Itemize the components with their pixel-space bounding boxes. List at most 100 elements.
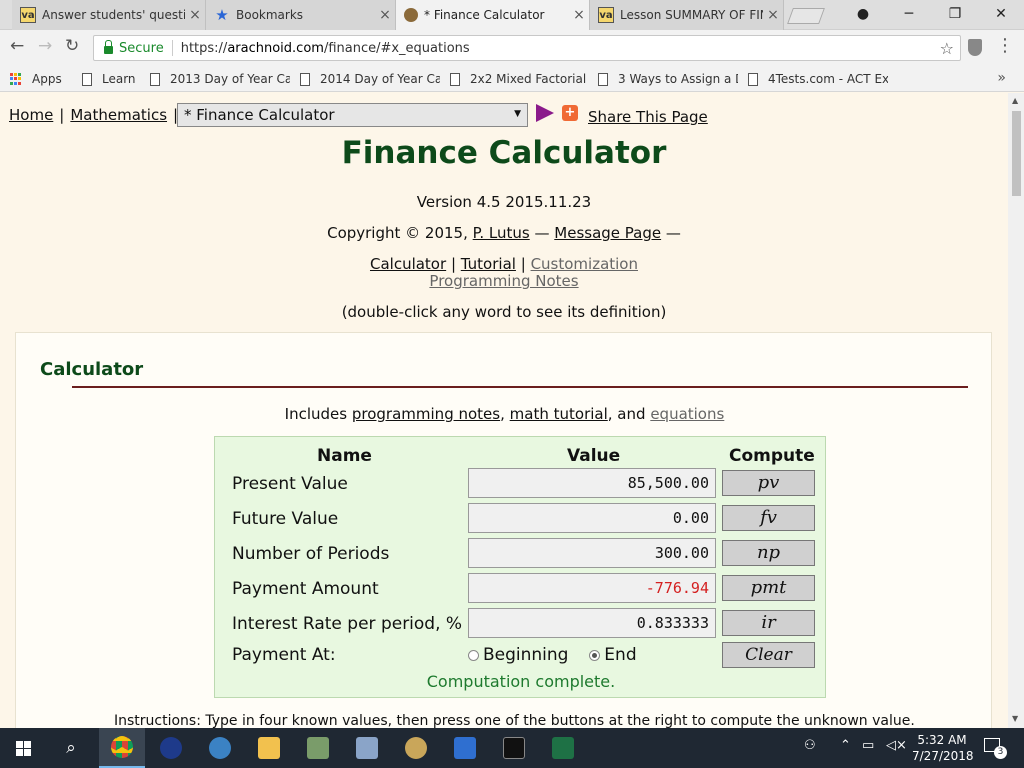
- divider: [72, 386, 968, 388]
- chrome-taskbar-button[interactable]: [99, 728, 145, 768]
- magnifier-icon: [405, 737, 427, 759]
- share-plus-icon[interactable]: +: [562, 105, 578, 121]
- play-arrow-icon[interactable]: [536, 104, 554, 122]
- compute-np-button[interactable]: np: [722, 540, 815, 566]
- back-arrow-icon[interactable]: ←: [10, 36, 24, 56]
- shield-extension-icon[interactable]: [968, 39, 982, 56]
- compute-pv-button[interactable]: pv: [722, 470, 815, 496]
- payment-amount-label: Payment Amount: [232, 579, 379, 599]
- taskbar: ⌕ ⚇ ⌃ ▭ ◁× 3: [0, 728, 1024, 768]
- bookmark-label: 2x2 Mixed Factorial: [470, 72, 587, 86]
- bookmark-2013-day-of-year[interactable]: 2013 Day of Year Cal: [150, 70, 290, 88]
- number-of-periods-input[interactable]: 300.00: [468, 538, 716, 568]
- tab-label: * Finance Calculator: [424, 8, 545, 22]
- people-icon[interactable]: ⚇: [804, 738, 816, 753]
- bookmark-star-icon[interactable]: ☆: [940, 39, 954, 58]
- compute-ir-button[interactable]: ir: [722, 610, 815, 636]
- url-scheme: https://: [180, 40, 228, 56]
- beginning-radio[interactable]: [468, 650, 479, 661]
- copyright-text: Copyright © 2015,: [327, 224, 468, 242]
- address-bar[interactable]: Secure https://arachnoid.com/finance/#x_…: [93, 35, 961, 61]
- chevron-right-icon[interactable]: »: [997, 70, 1006, 86]
- clear-button[interactable]: Clear: [722, 642, 815, 668]
- tab-lesson-summary[interactable]: va Lesson SUMMARY OF FIN ×: [590, 0, 784, 30]
- close-icon[interactable]: ×: [569, 7, 589, 23]
- minimize-icon[interactable]: ─: [886, 0, 932, 30]
- double-click-hint: (double-click any word to see its defini…: [341, 303, 667, 321]
- battery-icon[interactable]: ▭: [862, 738, 874, 753]
- bookmark-4tests[interactable]: 4Tests.com - ACT Exa: [748, 70, 888, 88]
- app-icon: [307, 737, 329, 759]
- math-tutorial-link[interactable]: math tutorial: [510, 405, 608, 423]
- bookmark-apps[interactable]: Apps: [10, 70, 62, 88]
- web-page: Home | Mathematics | * Finance Calculato…: [0, 93, 1008, 728]
- message-page-link[interactable]: Message Page: [554, 224, 661, 242]
- calculator-link[interactable]: Calculator: [370, 255, 446, 273]
- end-radio[interactable]: [589, 650, 601, 661]
- tab-bookmarks[interactable]: ★ Bookmarks ×: [206, 0, 396, 30]
- section-links: Calculator | Tutorial | Customization: [369, 255, 638, 273]
- author-link[interactable]: P. Lutus: [473, 224, 530, 242]
- bookmark-2x2-mixed-factorial[interactable]: 2x2 Mixed Factorial: [450, 70, 590, 88]
- page-selector-dropdown[interactable]: * Finance Calculator ▼: [177, 103, 528, 127]
- bookmark-2014-day-of-year[interactable]: 2014 Day of Year Cal: [300, 70, 440, 88]
- edge-taskbar-button[interactable]: [148, 728, 194, 768]
- present-value-label: Present Value: [232, 474, 348, 494]
- lock-icon: [104, 40, 113, 54]
- magnifier-taskbar-button[interactable]: [393, 728, 439, 768]
- bookmark-learn[interactable]: Learn: [82, 70, 136, 88]
- thunderbird-taskbar-button[interactable]: [197, 728, 243, 768]
- app-taskbar-button[interactable]: [442, 728, 488, 768]
- menu-dots-icon[interactable]: ⋮: [996, 35, 1014, 56]
- future-value-input[interactable]: 0.00: [468, 503, 716, 533]
- tutorial-link[interactable]: Tutorial: [461, 255, 516, 273]
- scrollbar-thumb[interactable]: [1012, 111, 1021, 196]
- system-clock[interactable]: 5:32 AM 7/27/2018: [912, 732, 974, 764]
- tab-finance-calculator[interactable]: * Finance Calculator ×: [396, 0, 590, 30]
- file-explorer-taskbar-button[interactable]: [246, 728, 292, 768]
- close-icon[interactable]: ×: [375, 7, 395, 23]
- app-taskbar-button[interactable]: [344, 728, 390, 768]
- tab-answer-students[interactable]: va Answer students' questio ×: [12, 0, 206, 30]
- vertical-scrollbar[interactable]: ▲ ▼: [1008, 93, 1024, 728]
- equations-link[interactable]: equations: [650, 405, 724, 423]
- start-button[interactable]: [0, 728, 46, 768]
- bookmark-label: 4Tests.com - ACT Exa: [768, 72, 888, 86]
- compute-pmt-button[interactable]: pmt: [722, 575, 815, 601]
- new-tab-button[interactable]: [787, 8, 825, 24]
- beginning-label: Beginning: [483, 645, 569, 665]
- scroll-up-icon[interactable]: ▲: [1012, 96, 1018, 105]
- compute-fv-button[interactable]: fv: [722, 505, 815, 531]
- reload-icon[interactable]: ↻: [65, 36, 79, 56]
- volume-muted-icon[interactable]: ◁×: [886, 738, 907, 753]
- forward-arrow-icon[interactable]: →: [38, 36, 52, 56]
- bookmark-3-ways-to-assign[interactable]: 3 Ways to Assign a D: [598, 70, 738, 88]
- programming-notes-link[interactable]: Programming Notes: [429, 272, 578, 290]
- home-link[interactable]: Home: [9, 106, 53, 124]
- close-icon[interactable]: ×: [185, 7, 205, 23]
- chevron-up-icon[interactable]: ⌃: [840, 738, 851, 753]
- excel-taskbar-button[interactable]: [540, 728, 586, 768]
- app-taskbar-button[interactable]: [295, 728, 341, 768]
- search-icon[interactable]: ⌕: [48, 728, 94, 768]
- close-icon[interactable]: ×: [763, 7, 783, 23]
- payment-amount-input[interactable]: -776.94: [468, 573, 716, 603]
- programming-notes-inline-link[interactable]: programming notes: [352, 405, 500, 423]
- clock-time: 5:32 AM: [917, 733, 967, 747]
- dash-separator: —: [665, 224, 681, 242]
- page-icon: [598, 72, 608, 86]
- notifications-icon[interactable]: 3: [984, 738, 1012, 759]
- profile-icon[interactable]: ●: [840, 0, 886, 30]
- copyright-line: Copyright © 2015, P. Lutus — Message Pag…: [0, 224, 1008, 242]
- mathematics-link[interactable]: Mathematics: [70, 106, 167, 124]
- customization-link[interactable]: Customization: [531, 255, 638, 273]
- notification-count: 3: [994, 746, 1007, 759]
- window-close-icon[interactable]: ✕: [978, 0, 1024, 30]
- present-value-input[interactable]: 85,500.00: [468, 468, 716, 498]
- scroll-down-icon[interactable]: ▼: [1012, 714, 1018, 723]
- restore-icon[interactable]: ❐: [932, 0, 978, 30]
- share-this-page-link[interactable]: Share This Page: [588, 108, 708, 126]
- terminal-taskbar-button[interactable]: [491, 728, 537, 768]
- interest-rate-input[interactable]: 0.833333: [468, 608, 716, 638]
- bookmark-label: 2013 Day of Year Cal: [170, 72, 290, 86]
